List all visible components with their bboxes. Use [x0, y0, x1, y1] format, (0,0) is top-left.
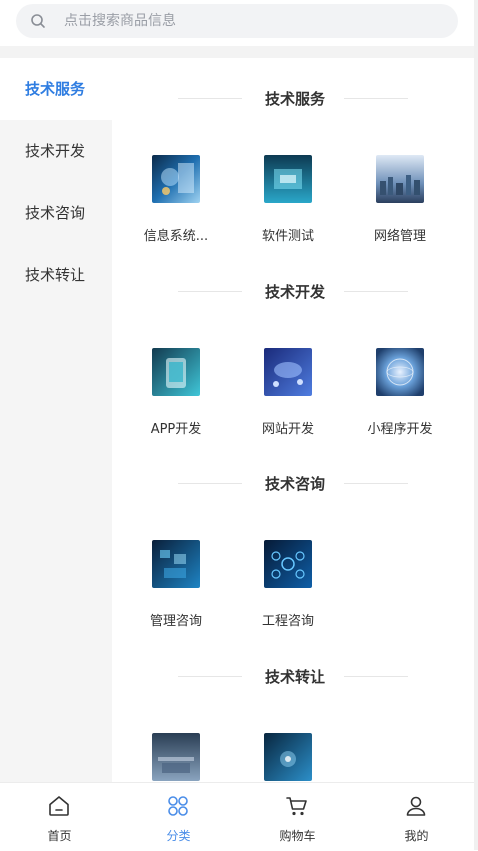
category-item-label: 管理咨询	[149, 614, 202, 629]
section-title: 技术转让	[264, 668, 325, 686]
sidebar-item-tech-consulting[interactable]: 技术咨询	[0, 182, 112, 244]
bottom-tab-bar: 首页 分类 购物车 我的	[0, 782, 478, 851]
category-item-label: 网站开发	[261, 422, 314, 437]
information-system-thumbnail	[152, 155, 200, 203]
engineering-consulting-thumbnail	[264, 540, 312, 588]
software-testing-thumbnail	[264, 155, 312, 203]
sidebar-item-tech-service[interactable]: 技术服务	[0, 58, 112, 120]
tech-transfer-thumbnail	[264, 733, 312, 781]
tab-home[interactable]: 首页	[0, 783, 119, 851]
category-item[interactable]: 网络管理	[344, 155, 456, 244]
user-icon	[406, 796, 426, 816]
section-title: 技术咨询	[264, 475, 325, 493]
category-sidebar: 技术服务 技术开发 技术咨询 技术转让	[0, 58, 112, 784]
cart-icon	[286, 797, 307, 816]
search-input[interactable]	[64, 4, 444, 38]
category-item-label: 网络管理	[373, 229, 426, 244]
sidebar-item-tech-transfer[interactable]: 技术转让	[0, 244, 112, 306]
search-icon	[31, 14, 45, 28]
home-icon	[49, 796, 69, 816]
tab-label: 购物车	[279, 829, 316, 843]
website-development-thumbnail	[264, 348, 312, 396]
section-title: 技术服务	[264, 90, 325, 108]
page-edge	[474, 0, 478, 850]
tab-cart[interactable]: 购物车	[238, 783, 357, 851]
top-bar	[0, 0, 478, 46]
category-item[interactable]: 工程咨询	[232, 540, 344, 629]
category-item-label: APP开发	[150, 422, 202, 437]
category-item-label: 小程序开发	[367, 422, 433, 437]
tab-label: 分类	[166, 829, 191, 843]
mini-program-development-thumbnail	[376, 348, 424, 396]
category-item[interactable]: 网站开发	[232, 348, 344, 437]
category-item[interactable]: 管理咨询	[120, 540, 232, 629]
category-item-label: 信息系统...	[143, 229, 209, 244]
management-consulting-thumbnail	[152, 540, 200, 588]
category-icon	[168, 796, 188, 816]
divider	[0, 46, 478, 58]
category-item[interactable]	[120, 733, 232, 784]
category-item[interactable]: 软件测试	[232, 155, 344, 244]
category-item[interactable]: 信息系统...	[120, 155, 232, 244]
tech-transfer-thumbnail	[152, 733, 200, 781]
tab-profile[interactable]: 我的	[357, 783, 476, 851]
category-item[interactable]	[232, 733, 344, 784]
tab-label: 我的	[404, 829, 429, 843]
tab-category[interactable]: 分类	[119, 783, 238, 851]
category-item[interactable]: APP开发	[120, 348, 232, 437]
category-item-label: 软件测试	[261, 229, 314, 244]
tab-label: 首页	[47, 829, 72, 843]
category-item-label: 工程咨询	[261, 614, 314, 629]
sidebar-item-tech-development[interactable]: 技术开发	[0, 120, 112, 182]
search-bar[interactable]	[16, 4, 458, 38]
category-content: 技术服务 信息系统... 软件测试 网络管理 技术开发 APP开发 网站开发 小…	[112, 58, 478, 784]
category-item[interactable]: 小程序开发	[344, 348, 456, 437]
app-development-thumbnail	[152, 348, 200, 396]
section-title: 技术开发	[264, 283, 325, 301]
network-management-thumbnail	[376, 155, 424, 203]
